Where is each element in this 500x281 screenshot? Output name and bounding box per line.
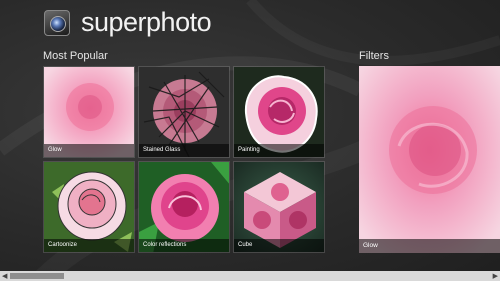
arrow-right-icon[interactable]: ▶ bbox=[493, 272, 498, 280]
preview-label: Glow bbox=[359, 239, 500, 253]
filter-tile-stained-glass[interactable]: Stained Glass bbox=[138, 66, 230, 158]
app-logo-icon bbox=[44, 10, 70, 36]
arrow-left-icon[interactable]: ◀ bbox=[2, 272, 7, 280]
app-title: superphoto bbox=[81, 7, 212, 37]
tile-label: Glow bbox=[44, 144, 134, 157]
horizontal-scrollbar[interactable]: ◀ ▶ bbox=[0, 271, 500, 281]
filter-tile-glow[interactable]: Glow bbox=[43, 66, 135, 158]
filter-tile-cube[interactable]: Cube bbox=[233, 161, 325, 253]
filter-tile-color-reflections[interactable]: Color reflections bbox=[138, 161, 230, 253]
filter-tile-cartoonize[interactable]: Cartoonize bbox=[43, 161, 135, 253]
tile-label: Stained Glass bbox=[139, 144, 229, 157]
tile-label: Painting bbox=[234, 144, 324, 157]
tile-label: Cartoonize bbox=[44, 239, 134, 252]
filter-preview[interactable]: Glow bbox=[359, 66, 500, 253]
filter-tile-painting[interactable]: Painting bbox=[233, 66, 325, 158]
preview-image bbox=[359, 66, 500, 253]
scrollbar-thumb[interactable] bbox=[10, 273, 64, 279]
tile-label: Color reflections bbox=[139, 239, 229, 252]
most-popular-heading: Most Popular bbox=[43, 50, 108, 62]
filters-heading: Filters bbox=[359, 50, 389, 62]
tile-label: Cube bbox=[234, 239, 324, 252]
